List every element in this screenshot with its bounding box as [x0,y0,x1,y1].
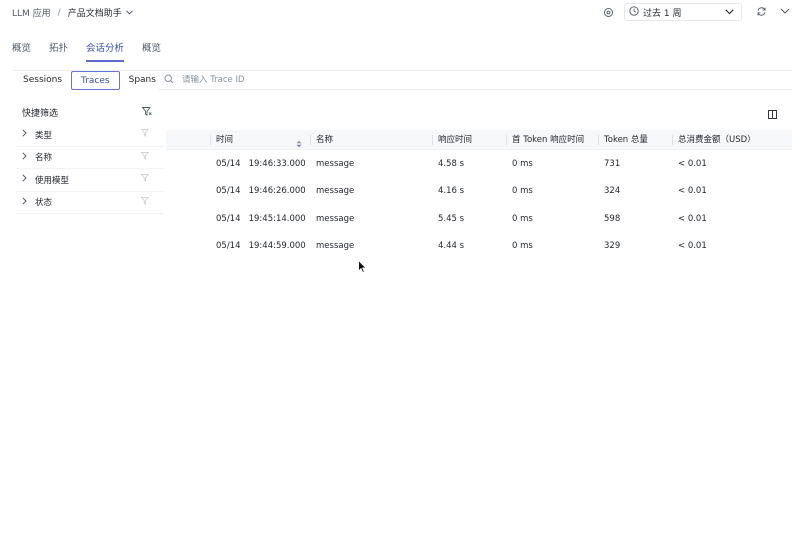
header-tokens: Token 总量 [598,130,672,150]
tab-topology[interactable]: 拓扑 [49,40,68,60]
cell-latency: 4.58 s [438,158,465,169]
cell-name: message [316,186,355,197]
top-bar: LLM 应用 / 产品文档助手 过去 1 周 [0,0,800,26]
cell-cost: < 0.01 [678,213,707,224]
breadcrumb: LLM 应用 / 产品文档助手 [12,6,133,19]
gear-icon[interactable] [602,6,614,18]
chevron-right-icon [22,129,27,140]
chevron-down-icon[interactable] [125,9,133,17]
cell-latency: 4.16 s [438,186,465,197]
filter-item-type[interactable]: 类型 [16,124,164,147]
chevron-down-icon [725,8,734,18]
tab-overview-2[interactable]: 概览 [142,40,161,60]
header-first-token: 首 Token 响应时间 [506,130,598,150]
refresh-icon[interactable] [756,6,767,20]
header-latency: 响应时间 [432,130,506,150]
filter-icon[interactable] [141,106,152,119]
cursor-icon [358,259,367,277]
cell-name: message [316,213,355,224]
header-time[interactable]: 时间 [210,130,310,150]
filter-icon[interactable] [140,174,150,185]
header-cell [166,130,210,150]
trace-search [158,71,792,90]
filter-item-status[interactable]: 状态 [16,192,164,214]
cell-time: 05/14 19:46:33.000 [216,158,306,169]
table-header: 时间 名称 响应时间 首 Token 响应时间 Token 总量 总消费金额（U… [166,130,792,150]
filter-icon[interactable] [140,129,150,140]
cell-tokens: 598 [604,213,621,224]
breadcrumb-app[interactable]: LLM 应用 [12,6,51,19]
cell-name: message [316,158,355,169]
cell-time: 05/14 19:45:14.000 [216,213,306,224]
cell-cost: < 0.01 [678,241,707,252]
tab-overview[interactable]: 概览 [12,40,31,60]
header-name: 名称 [310,130,432,150]
cell-latency: 4.44 s [438,241,465,252]
cell-latency: 5.45 s [438,213,465,224]
table-row[interactable]: 05/14 19:44:59.000 message 4.44 s 0 ms 3… [166,233,792,261]
filter-item-name[interactable]: 名称 [16,147,164,169]
table-row[interactable]: 05/14 19:46:26.000 message 4.16 s 0 ms 3… [166,178,792,206]
cell-first-token: 0 ms [512,241,533,252]
filter-item-model[interactable]: 使用模型 [16,169,164,192]
filter-item-label: 使用模型 [35,175,70,186]
breadcrumb-separator: / [57,7,61,18]
filter-icon[interactable] [140,196,150,208]
chevron-right-icon [22,197,27,208]
chevron-right-icon [22,174,27,185]
clock-icon [629,5,639,19]
cell-tokens: 329 [604,241,621,252]
quick-filter-list: 类型 名称 使用模型 状态 [16,124,164,214]
traces-table: 时间 名称 响应时间 首 Token 响应时间 Token 总量 总消费金额（U… [166,130,792,260]
main-tabs: 概览 拓扑 会话分析 概览 [12,40,161,62]
cell-first-token: 0 ms [512,158,533,169]
columns-icon[interactable] [768,110,777,122]
search-icon [164,73,174,87]
cell-first-token: 0 ms [512,213,533,224]
cell-time: 05/14 19:46:26.000 [216,186,306,197]
sort-icon[interactable] [296,136,302,156]
cell-name: message [316,241,355,252]
sub-tabs: Sessions Traces Spans [14,71,165,90]
time-range-picker[interactable]: 过去 1 周 [624,3,742,21]
cell-cost: < 0.01 [678,186,707,197]
subtab-traces[interactable]: Traces [71,71,120,90]
cell-tokens: 731 [604,158,621,169]
quick-filter-title: 快捷筛选 [22,109,59,119]
subtab-sessions[interactable]: Sessions [14,71,71,90]
cell-tokens: 324 [604,186,621,197]
filter-item-label: 类型 [35,130,53,141]
chevron-down-icon[interactable] [780,6,790,19]
filter-item-label: 状态 [35,198,53,209]
table-row[interactable]: 05/14 19:45:14.000 message 5.45 s 0 ms 5… [166,205,792,233]
filter-item-label: 名称 [35,153,53,164]
cell-time: 05/14 19:44:59.000 [216,241,306,252]
time-range-label: 过去 1 周 [643,8,682,19]
header-cost: 总消费金额（USD） [672,130,792,150]
cell-cost: < 0.01 [678,158,707,169]
table-row[interactable]: 05/14 19:46:33.000 message 4.58 s 0 ms 7… [166,150,792,178]
filter-icon[interactable] [140,151,150,163]
breadcrumb-current[interactable]: 产品文档助手 [68,6,122,19]
chevron-right-icon [22,152,27,163]
quick-filter-header: 快捷筛选 [22,106,152,119]
trace-id-input[interactable] [182,75,482,85]
cell-first-token: 0 ms [512,186,533,197]
tab-session-analysis[interactable]: 会话分析 [86,40,125,62]
